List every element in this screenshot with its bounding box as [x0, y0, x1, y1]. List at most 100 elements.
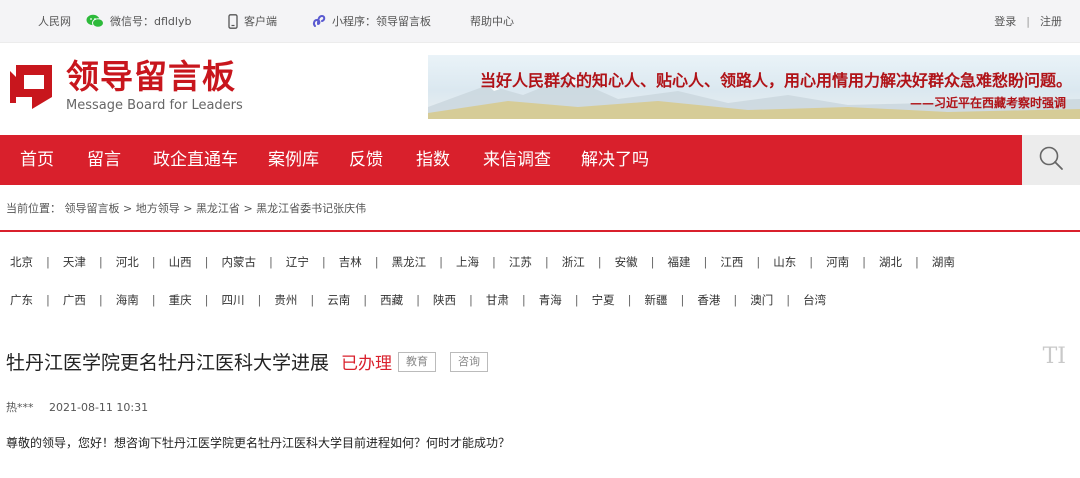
region-separator: |	[597, 255, 602, 269]
client-label[interactable]: 客户端	[244, 13, 277, 29]
login-link[interactable]: 登录	[994, 13, 1016, 29]
breadcrumb-separator: >	[123, 202, 133, 215]
breadcrumb-item[interactable]: 黑龙江省委书记张庆伟	[256, 202, 366, 215]
region-link[interactable]: 贵州	[274, 292, 297, 308]
breadcrumb-separator: >	[243, 202, 253, 215]
wechat-label[interactable]: 微信号：dfldlyb	[110, 13, 191, 29]
region-link[interactable]: 香港	[697, 292, 720, 308]
nav-item-index[interactable]: 指数	[416, 135, 450, 185]
region-separator: |	[809, 255, 814, 269]
register-link[interactable]: 注册	[1040, 13, 1062, 29]
region-separator: |	[416, 293, 420, 307]
region-link[interactable]: 黑龙江	[392, 254, 427, 270]
breadcrumb-item[interactable]: 黑龙江省	[196, 202, 240, 215]
account-links: 登录 | 注册	[994, 0, 1062, 42]
region-separator: |	[204, 255, 209, 269]
mini-program-icon	[312, 14, 326, 29]
region-link[interactable]: 台湾	[803, 292, 826, 308]
region-separator: |	[151, 293, 156, 307]
region-separator: |	[204, 293, 209, 307]
region-link[interactable]: 新疆	[645, 292, 668, 308]
region-link[interactable]: 天津	[63, 254, 86, 270]
region-link[interactable]: 福建	[668, 254, 691, 270]
region-link[interactable]: 海南	[116, 292, 139, 308]
region-link[interactable]: 广西	[63, 292, 86, 308]
region-link[interactable]: 湖北	[879, 254, 902, 270]
main-nav: 首页 留言 政企直通车 案例库 反馈 指数 来信调查 解决了吗	[0, 135, 1080, 185]
region-separator: |	[703, 255, 708, 269]
region-link[interactable]: 重庆	[169, 292, 192, 308]
region-link[interactable]: 浙江	[562, 254, 585, 270]
region-separator: |	[46, 293, 50, 307]
region-separator: |	[469, 293, 473, 307]
region-link[interactable]: 广东	[10, 292, 33, 308]
site-link[interactable]: 人民网	[38, 0, 71, 42]
nav-item-survey[interactable]: 来信调查	[483, 135, 551, 185]
help-link[interactable]: 帮助中心	[470, 0, 514, 42]
region-link[interactable]: 北京	[10, 254, 33, 270]
nav-item-solved[interactable]: 解决了吗	[581, 135, 649, 185]
region-link[interactable]: 河北	[116, 254, 139, 270]
nav-item-cases[interactable]: 案例库	[268, 135, 319, 185]
region-link[interactable]: 青海	[539, 292, 562, 308]
region-link[interactable]: 陕西	[433, 292, 456, 308]
help-label[interactable]: 帮助中心	[470, 13, 514, 29]
region-link[interactable]: 甘肃	[486, 292, 509, 308]
region-link[interactable]: 山西	[169, 254, 192, 270]
region-separator: |	[650, 255, 655, 269]
nav-item-feedback[interactable]: 反馈	[349, 135, 383, 185]
region-link[interactable]: 宁夏	[592, 292, 615, 308]
region-row: 北京 | 天津 | 河北 | 山西 | 内蒙古 | 辽宁 | 吉林 | 黑龙江 | 上海 | 江苏 | 浙江 | 安徽 | 福建…	[10, 252, 1080, 272]
wechat-link[interactable]: 微信号：dfldlyb	[86, 0, 191, 42]
region-separator: |	[363, 293, 368, 307]
region-link[interactable]: 安徽	[615, 254, 638, 270]
region-separator: |	[310, 293, 315, 307]
region-link[interactable]: 辽宁	[286, 254, 309, 270]
phone-icon	[228, 13, 238, 29]
region-link[interactable]: 四川	[222, 292, 245, 308]
region-link[interactable]: 江苏	[509, 254, 532, 270]
nav-item-home[interactable]: 首页	[20, 135, 54, 185]
region-link[interactable]: 云南	[327, 292, 350, 308]
region-separator: |	[756, 255, 761, 269]
banner-quote: 当好人民群众的知心人、贴心人、领路人，用心用情用力解决好群众急难愁盼问题。	[479, 71, 1072, 90]
breadcrumb-item[interactable]: 地方领导	[136, 202, 180, 215]
region-link[interactable]: 内蒙古	[222, 254, 257, 270]
region-separator: |	[680, 293, 685, 307]
font-size-toggle[interactable]: TI	[1043, 344, 1066, 369]
account-divider: |	[1026, 14, 1030, 28]
site-name[interactable]: 人民网	[38, 13, 71, 29]
nav-item-enterprise[interactable]: 政企直通车	[153, 135, 238, 185]
nav-item-message[interactable]: 留言	[87, 135, 121, 185]
region-separator: |	[733, 293, 738, 307]
region-separator: |	[915, 255, 919, 269]
mini-program-label[interactable]: 小程序：领导留言板	[332, 13, 431, 29]
top-bar: 人民网 微信号：dfldlyb 客户端 小程序：领导留言板 帮助中心 登录 | …	[0, 0, 1080, 43]
breadcrumb-separator: >	[183, 202, 193, 215]
region-link[interactable]: 江西	[720, 254, 743, 270]
region-link[interactable]: 河南	[826, 254, 849, 270]
region-separator: |	[544, 255, 549, 269]
logo-title[interactable]: 领导留言板	[66, 58, 236, 96]
status-badge: 已办理	[341, 354, 393, 374]
logo-mark-icon[interactable]	[6, 59, 56, 111]
region-link[interactable]: 澳门	[750, 292, 773, 308]
search-button[interactable]	[1022, 135, 1080, 185]
article-content: 尊敬的领导，您好！想咨询下牡丹江医学院更名牡丹江医科大学目前进程如何？何时才能成…	[6, 436, 511, 450]
region-link[interactable]: 湖南	[932, 254, 955, 270]
region-separator: |	[786, 293, 791, 307]
breadcrumb-item[interactable]: 领导留言板	[65, 202, 120, 215]
article-date: 2021-08-11 10:31	[49, 401, 149, 414]
client-link[interactable]: 客户端	[228, 0, 277, 42]
region-separator: |	[151, 255, 156, 269]
tag-consult[interactable]: 咨询	[450, 351, 489, 372]
wechat-icon	[86, 14, 104, 28]
region-list: 北京 | 天津 | 河北 | 山西 | 内蒙古 | 辽宁 | 吉林 | 黑龙江 | 上海 | 江苏 | 浙江 | 安徽 | 福建…	[10, 252, 1080, 328]
region-link[interactable]: 上海	[456, 254, 479, 270]
tag-education[interactable]: 教育	[398, 351, 437, 372]
region-link[interactable]: 山东	[773, 254, 796, 270]
region-link[interactable]: 西藏	[380, 292, 403, 308]
region-separator: |	[321, 255, 326, 269]
region-link[interactable]: 吉林	[339, 254, 362, 270]
mini-program-link[interactable]: 小程序：领导留言板	[312, 0, 431, 42]
